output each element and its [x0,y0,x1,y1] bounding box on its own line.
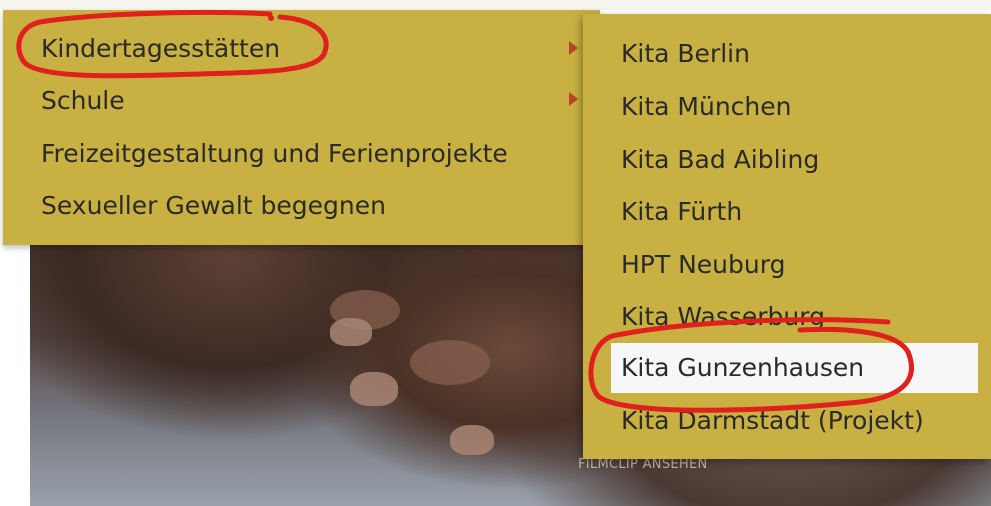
submenu-item-kita-muenchen[interactable]: Kita München [621,92,791,121]
menu-item-kindertagesstaetten[interactable]: Kindertagesstätten [41,34,280,63]
fingernail-shape [350,372,398,406]
kita-submenu: Kita Berlin Kita München Kita Bad Aiblin… [583,14,991,459]
submenu-item-kita-wasserburg[interactable]: Kita Wasserburg [621,302,825,331]
fingernail-shape [330,318,372,346]
submenu-arrow-icon [569,92,578,106]
filmclip-link[interactable]: FILMCLIP ANSEHEN [578,457,708,472]
submenu-arrow-icon [569,41,578,55]
knuckle-shape [410,340,490,385]
menu-item-sexueller-gewalt[interactable]: Sexueller Gewalt begegnen [41,191,386,220]
main-dropdown-menu: Kindertagesstätten Schule Freizeitgestal… [3,10,600,245]
submenu-item-kita-bad-aibling[interactable]: Kita Bad Aibling [621,145,819,174]
submenu-item-hpt-neuburg[interactable]: HPT Neuburg [621,250,785,279]
top-divider [0,0,991,10]
submenu-item-kita-gunzenhausen[interactable]: Kita Gunzenhausen [621,353,864,382]
menu-item-schule[interactable]: Schule [41,86,125,115]
menu-item-freizeitgestaltung[interactable]: Freizeitgestaltung und Ferienprojekte [41,139,508,168]
submenu-item-kita-darmstadt[interactable]: Kita Darmstadt (Projekt) [621,406,924,435]
submenu-item-kita-fuerth[interactable]: Kita Fürth [621,197,742,226]
fingernail-shape [450,425,494,455]
submenu-item-kita-berlin[interactable]: Kita Berlin [621,39,750,68]
